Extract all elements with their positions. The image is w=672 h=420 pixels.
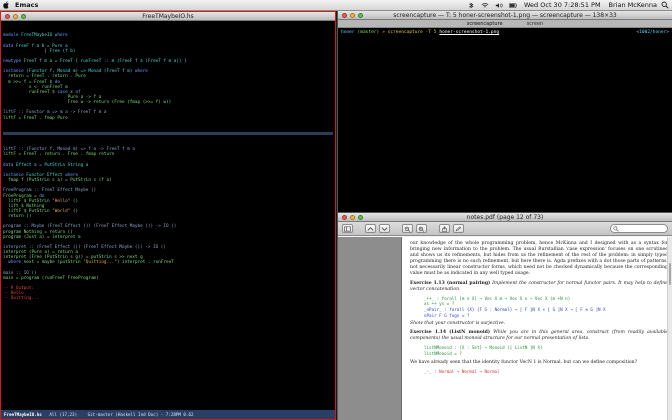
code-token: Effect a = PutStrLn String a: [15, 162, 89, 168]
pdf-viewer-window[interactable]: notes.pdf (page 12 of 73) our knowledge …: [337, 212, 672, 420]
pdf-toolbar: [338, 222, 672, 236]
code-token: newtype: [3, 59, 24, 65]
emacs-window-title: FreeTMaybeIO.hs: [142, 13, 194, 20]
chevron-down-icon: [381, 226, 388, 231]
code-token: liftF = FreeT . fmap Pure: [3, 115, 68, 121]
app-menu-name[interactable]: Emacs: [15, 1, 38, 9]
code-pane-top[interactable]: module FreeTMaybeIO where data FreeF f a …: [3, 33, 333, 120]
modeline-position: All (17,23): [49, 412, 78, 417]
code-token: ) interpret . runFreeT: [116, 260, 174, 266]
code-pane-bottom[interactable]: liftF :: (Functor f, Monad m) => f a -> …: [3, 147, 333, 301]
code-token: "Quitting...": [83, 260, 117, 266]
zoom-in-button[interactable]: [416, 224, 427, 233]
pdf-titlebar[interactable]: notes.pdf (page 12 of 73): [338, 213, 672, 222]
search-icon: [613, 225, 619, 232]
code-token: module: [3, 33, 22, 39]
pdf-paragraph: our knowledge of the whole programming p…: [410, 241, 668, 277]
menu-bar: Emacs Wed Oct 30 7:28:51 PM Brian McKenn…: [0, 0, 672, 11]
code-token: (): [70, 209, 79, 215]
zoom-in-icon: [418, 226, 425, 232]
prompt-argument: honer-screenshot-1.png: [439, 30, 500, 35]
math-line: _◦_ : Normal → Normal → Normal: [424, 368, 500, 374]
code-token: "World": [52, 209, 71, 215]
zoom-out-button[interactable]: [402, 224, 413, 233]
pdf-math-block: _◦_ : Normal → Normal → Normal: [424, 369, 668, 375]
code-token: next = maybe (putStrLn: [23, 260, 84, 266]
code-token: FreeT f m a = FreeT { runFreeT :: m (Fre…: [23, 59, 187, 65]
pdf-page-content[interactable]: our knowledge of the whole programming p…: [402, 237, 672, 420]
code-token: Free w -> return (Free (fmap (>>= f) w)): [3, 100, 172, 106]
terminal-window[interactable]: screencapture — T: 5 honer-screenshot-1.…: [337, 11, 672, 212]
code-token: where: [8, 260, 24, 266]
emacs-modeline: FreeTMaybeIO.hs All (17,23) Git-master (…: [1, 410, 335, 419]
emacs-window[interactable]: FreeTMaybeIO.hs module FreeTMaybeIO wher…: [0, 11, 336, 420]
zoom-out-icon: [404, 226, 411, 232]
exercise-heading: Exercise 1.13 (normal pairing): [410, 280, 491, 286]
terminal-tab-screencapture[interactable]: screencapture: [467, 21, 503, 27]
terminal-tab-screen[interactable]: screen: [527, 21, 544, 27]
next-page-button[interactable]: [379, 224, 390, 233]
share-button[interactable]: [439, 224, 450, 233]
prompt-host: honer: [341, 30, 355, 35]
pencil-icon: [455, 225, 462, 231]
code-line[interactable]: liftF = FreeT . fmap Pure: [3, 116, 333, 121]
code-token: (): [70, 198, 79, 204]
pdf-search-input[interactable]: [610, 224, 668, 233]
terminal-titlebar[interactable]: screencapture — T: 5 honer-screenshot-1.…: [338, 11, 672, 20]
pdf-math-block: listNMonoid : {X : Set} → Monoid (⟦ List…: [424, 345, 668, 356]
sidebar-toggle-button[interactable]: [342, 224, 353, 233]
code-line[interactable]: -- Quitting...: [3, 296, 333, 301]
pdf-window-title: notes.pdf (page 12 of 73): [466, 214, 544, 221]
code-token: FreeTMaybeIO: [21, 33, 55, 39]
emacs-editor[interactable]: module FreeTMaybeIO where data FreeF f a …: [3, 23, 333, 409]
code-token: program (Just a) = interpret a: [3, 234, 81, 240]
bluetooth-icon[interactable]: [467, 2, 475, 9]
chevron-up-icon: [367, 226, 374, 231]
exercise-heading: Exercise 1.14 (ListN monoid): [410, 330, 491, 336]
battery-icon[interactable]: [509, 2, 517, 9]
code-token: liftF = FreeT . return . Free . fmap ret…: [3, 152, 115, 158]
math-line: nPair F G fxgx = ?: [424, 312, 470, 318]
terminal-tab-bar: screencapture screen: [338, 20, 672, 28]
share-icon: [442, 225, 447, 232]
menubar-clock[interactable]: Wed Oct 30 7:28:51 PM: [524, 1, 601, 9]
menubar-user[interactable]: Brian McKenna: [609, 1, 657, 9]
prompt-command: » screencapture -T 5: [382, 30, 437, 35]
code-token: where: [134, 69, 148, 75]
previous-page-button[interactable]: [365, 224, 376, 233]
code-token: Free (f b): [49, 48, 76, 54]
prompt-git-branch: (master): [357, 30, 380, 35]
code-token: where: [54, 33, 68, 39]
pdf-exercise-2: Exercise 1.14 (ListN monoid) While you a…: [410, 330, 668, 342]
pdf-math-block: _++_ : forall {m n X} → Vec X m → Vec X …: [424, 296, 668, 318]
terminal-window-title: screencapture — T: 5 honer-screenshot-1.…: [393, 12, 617, 19]
wifi-icon[interactable]: [481, 2, 489, 9]
code-token: "Hello": [52, 198, 71, 204]
pdf-exercise-1: Exercise 1.13 (normal pairing) Implement…: [410, 281, 668, 293]
math-line: listNMonoid = ?: [424, 351, 462, 356]
pdf-paragraph: Show that your constructor is surjective…: [410, 321, 506, 327]
spotlight-search-icon[interactable]: [661, 1, 669, 9]
pdf-thumbnail-sidebar[interactable]: [338, 237, 402, 420]
split-modeline[interactable]: [3, 132, 333, 136]
modeline-modes: Git-master (Haskell Ind Doc) - 7:28PM 0.…: [87, 412, 194, 417]
apple-menu-icon[interactable]: [3, 1, 10, 9]
prompt-right-info: <1002/honer>: [636, 30, 669, 35]
emacs-titlebar[interactable]: FreeTMaybeIO.hs: [1, 12, 335, 21]
code-token: main = program (runFreeT FreeProgram): [3, 275, 99, 281]
code-token: |: [3, 48, 50, 54]
pdf-scroll-thumb[interactable]: [669, 262, 671, 285]
shell-prompt-line: honer (master) » screencapture -T 5 hone…: [341, 30, 669, 36]
annotate-button[interactable]: [453, 224, 464, 233]
terminal-output[interactable]: honer (master) » screencapture -T 5 hone…: [341, 30, 669, 210]
code-token: fmap f (PutStrLn s a) = PutStrLn s (f a): [3, 178, 112, 184]
code-token: -- Quitting...: [3, 296, 40, 302]
code-token: return (): [3, 214, 32, 220]
modeline-buffer-name: FreeTMaybeIO.hs: [4, 412, 42, 417]
pdf-scrollbar[interactable]: [667, 237, 672, 420]
sidebar-icon: [344, 226, 351, 231]
volume-icon[interactable]: [495, 2, 503, 9]
pdf-paragraph: We have already seen that the identity f…: [410, 359, 638, 365]
code-token: data: [3, 162, 16, 168]
